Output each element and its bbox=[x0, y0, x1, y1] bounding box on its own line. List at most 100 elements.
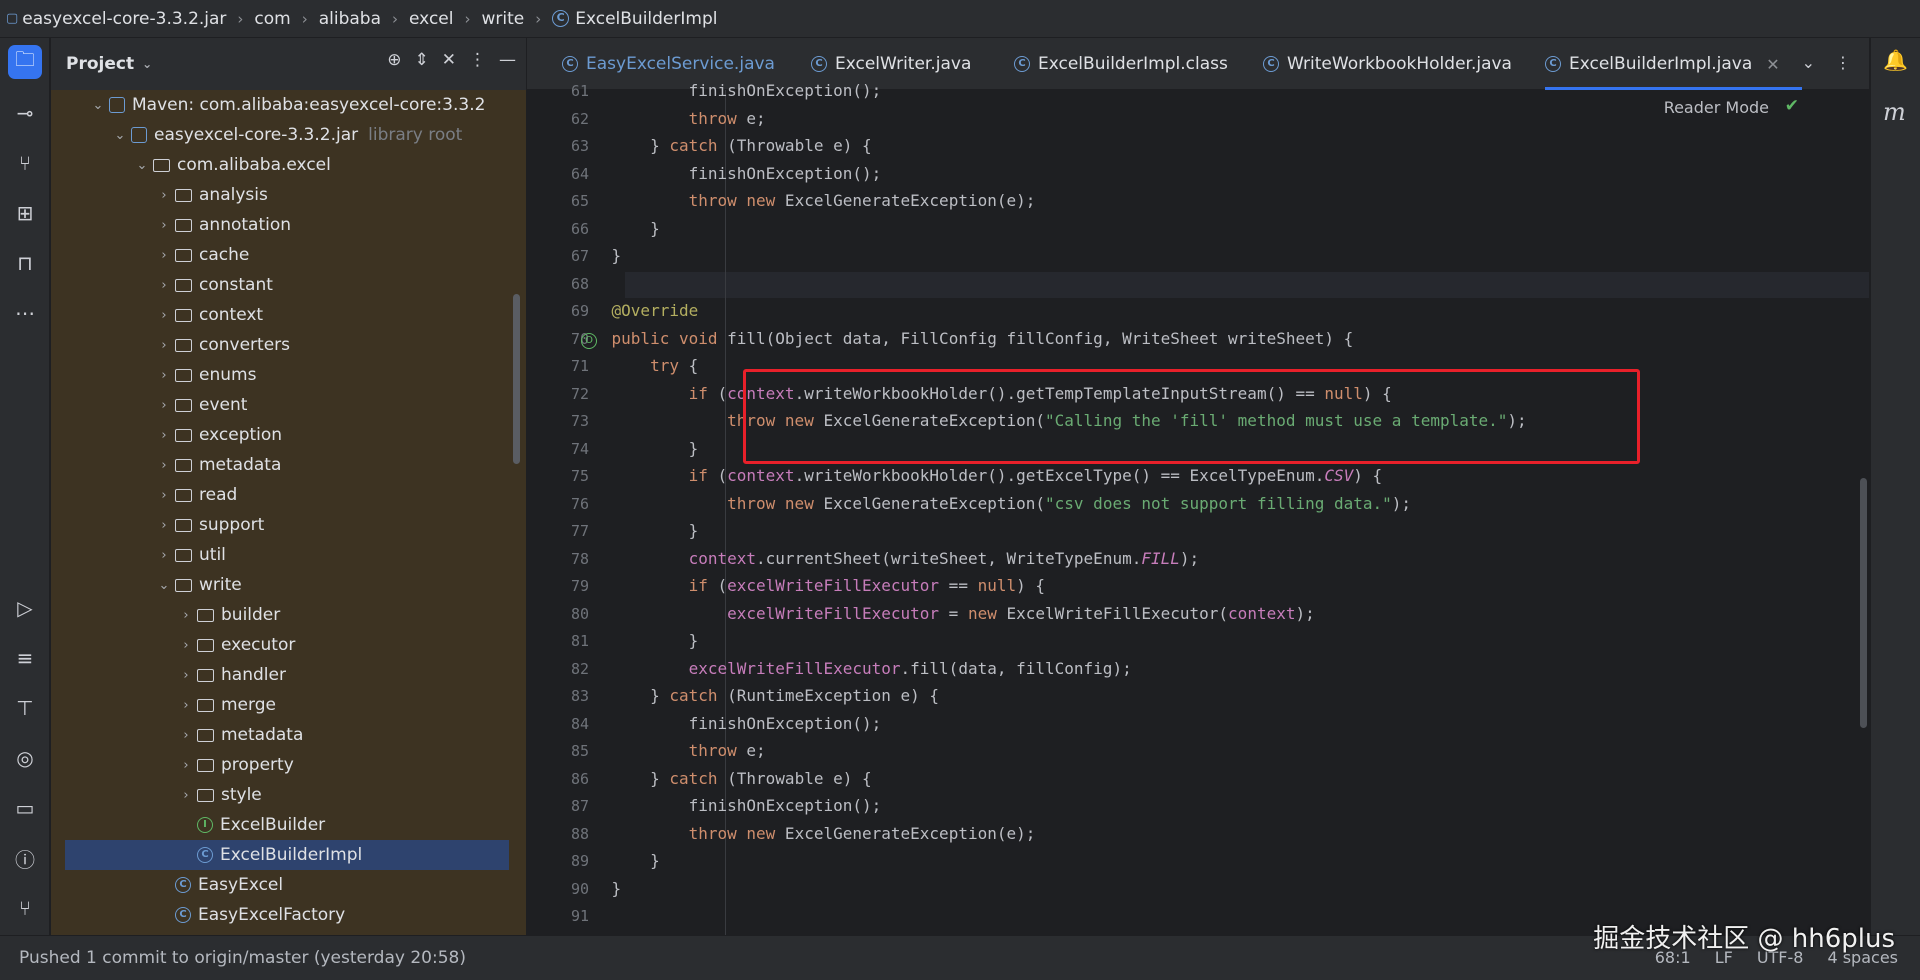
code-line[interactable]: } catch (Throwable e) { bbox=[573, 133, 872, 159]
breadcrumb-item[interactable]: easyexcel-core-3.3.2.jar bbox=[22, 9, 226, 29]
chevron-down-icon[interactable]: ⌄ bbox=[153, 578, 175, 593]
code-line[interactable]: try { bbox=[573, 353, 698, 379]
code-line[interactable]: finishOnException(); bbox=[573, 78, 882, 104]
tree-item-property[interactable]: › property bbox=[175, 750, 293, 780]
tree-item-metadata[interactable]: › metadata bbox=[153, 450, 281, 480]
tree-item-handler[interactable]: › handler bbox=[175, 660, 286, 690]
breadcrumb-item[interactable]: write bbox=[481, 9, 524, 29]
chevron-down-icon[interactable]: ⌄ bbox=[87, 98, 109, 113]
tree-item-builder[interactable]: › builder bbox=[175, 600, 280, 630]
chevron-right-icon[interactable]: › bbox=[153, 368, 175, 383]
chevron-right-icon[interactable]: › bbox=[175, 758, 197, 773]
chevron-right-icon[interactable]: › bbox=[153, 518, 175, 533]
code-line[interactable]: context.currentSheet(writeSheet, WriteTy… bbox=[573, 546, 1200, 572]
chevron-right-icon[interactable]: › bbox=[153, 398, 175, 413]
tree-item-easyexcel-core-3-3-2-jar[interactable]: ⌄ easyexcel-core-3.3.2.jar library root bbox=[109, 120, 463, 150]
todo-icon[interactable]: ≡ bbox=[8, 641, 42, 675]
tree-item-metadata[interactable]: › metadata bbox=[175, 720, 303, 750]
code-line[interactable]: if (excelWriteFillExecutor == null) { bbox=[573, 573, 1045, 599]
chevron-right-icon[interactable]: › bbox=[153, 488, 175, 503]
chevron-right-icon[interactable]: › bbox=[153, 218, 175, 233]
tree-item-exception[interactable]: › exception bbox=[153, 420, 282, 450]
code-line[interactable]: throw new ExcelGenerateException("csv do… bbox=[573, 491, 1411, 517]
status-message[interactable]: Pushed 1 commit to origin/master (yester… bbox=[19, 948, 466, 968]
code-line[interactable]: } bbox=[573, 216, 660, 242]
chevron-right-icon[interactable]: › bbox=[153, 338, 175, 353]
tree-item-support[interactable]: › support bbox=[153, 510, 264, 540]
chevron-right-icon[interactable]: › bbox=[175, 698, 197, 713]
structure-icon[interactable]: ⊞ bbox=[8, 196, 42, 230]
chevron-down-icon[interactable]: ⌄ bbox=[1802, 53, 1815, 72]
options-icon[interactable]: ⋮ bbox=[469, 50, 486, 70]
code-line[interactable]: excelWriteFillExecutor.fill(data, fillCo… bbox=[573, 656, 1132, 682]
chevron-down-icon[interactable]: ⌄ bbox=[131, 158, 153, 173]
chevron-right-icon[interactable]: › bbox=[153, 428, 175, 443]
code-line[interactable]: } bbox=[573, 628, 699, 654]
code-line[interactable]: } bbox=[573, 243, 622, 269]
project-folder-icon[interactable]: 🗀 bbox=[8, 45, 42, 79]
close-icon[interactable]: ✕ bbox=[1766, 55, 1779, 74]
override-method-icon[interactable]: O bbox=[581, 333, 597, 349]
chevron-right-icon[interactable]: › bbox=[153, 548, 175, 563]
code-line[interactable]: if (context.writeWorkbookHolder().getExc… bbox=[573, 463, 1383, 489]
chevron-right-icon[interactable]: › bbox=[153, 278, 175, 293]
tree-item-constant[interactable]: › constant bbox=[153, 270, 273, 300]
terminal-icon[interactable]: ▭ bbox=[8, 791, 42, 825]
tree-item-event[interactable]: › event bbox=[153, 390, 247, 420]
tree-item-style[interactable]: › style bbox=[175, 780, 261, 810]
run-icon[interactable]: ▷ bbox=[8, 591, 42, 625]
expand-all-icon[interactable]: ⇕ bbox=[415, 50, 429, 70]
chevron-right-icon[interactable]: › bbox=[175, 728, 197, 743]
options-icon[interactable]: ⋮ bbox=[1835, 53, 1851, 72]
chevron-right-icon[interactable]: › bbox=[175, 608, 197, 623]
code-area[interactable]: finishOnException(); throw e; } catch (T… bbox=[612, 81, 1869, 935]
code-line[interactable]: finishOnException(); bbox=[573, 161, 882, 187]
code-line[interactable]: throw e; bbox=[573, 738, 766, 764]
breadcrumb-item[interactable]: alibaba bbox=[319, 9, 381, 29]
breadcrumb-item[interactable]: excel bbox=[409, 9, 453, 29]
notifications-bell-icon[interactable]: 🔔 bbox=[1883, 48, 1908, 72]
commit-icon[interactable]: ⊸ bbox=[8, 96, 42, 130]
chevron-down-icon[interactable]: ⌄ bbox=[142, 57, 152, 71]
chevron-down-icon[interactable]: ⌄ bbox=[109, 128, 131, 143]
code-line[interactable]: throw e; bbox=[573, 106, 766, 132]
bookmark-icon[interactable]: ⊓ bbox=[8, 246, 42, 280]
problems-icon[interactable]: ⓘ bbox=[8, 841, 42, 875]
services-icon[interactable]: ◎ bbox=[8, 741, 42, 775]
tree-item-util[interactable]: › util bbox=[153, 540, 226, 570]
maven-icon[interactable]: m bbox=[1883, 98, 1906, 126]
code-line[interactable]: excelWriteFillExecutor = new ExcelWriteF… bbox=[573, 601, 1315, 627]
breadcrumb-item[interactable]: com bbox=[254, 9, 290, 29]
chevron-right-icon[interactable]: › bbox=[153, 188, 175, 203]
chevron-right-icon[interactable]: › bbox=[175, 788, 197, 803]
code-line[interactable]: finishOnException(); bbox=[573, 793, 882, 819]
editor-scrollbar[interactable] bbox=[1860, 478, 1867, 728]
tree-item-annotation[interactable]: › annotation bbox=[153, 210, 291, 240]
locate-icon[interactable]: ⊕ bbox=[387, 50, 401, 70]
tree-item-context[interactable]: › context bbox=[153, 300, 263, 330]
breadcrumb-item[interactable]: ExcelBuilderImpl bbox=[575, 9, 717, 29]
chevron-right-icon[interactable]: › bbox=[153, 308, 175, 323]
tree-item-excelbuilder[interactable]: I ExcelBuilder bbox=[175, 810, 325, 840]
tree-item-converters[interactable]: › converters bbox=[153, 330, 290, 360]
code-line[interactable]: } bbox=[573, 848, 660, 874]
tree-item-write[interactable]: ⌄ write bbox=[153, 570, 242, 600]
code-line[interactable]: throw new ExcelGenerateException(e); bbox=[573, 821, 1036, 847]
chevron-right-icon[interactable]: › bbox=[175, 668, 197, 683]
code-line[interactable]: } bbox=[573, 436, 699, 462]
tree-item-excelbuilderimpl[interactable]: C ExcelBuilderImpl bbox=[65, 840, 509, 870]
minimize-icon[interactable]: — bbox=[499, 50, 516, 70]
tree-item-executor[interactable]: › executor bbox=[175, 630, 295, 660]
tab-excel-builder-impl-class[interactable]: C ExcelBuilderImpl.class bbox=[1014, 38, 1228, 90]
git-icon[interactable]: ⑂ bbox=[8, 891, 42, 925]
tree-item-cache[interactable]: › cache bbox=[153, 240, 249, 270]
code-line[interactable]: finishOnException(); bbox=[573, 711, 882, 737]
code-line[interactable]: } bbox=[573, 876, 622, 902]
more-icon[interactable]: ⋯ bbox=[8, 296, 42, 330]
code-line[interactable]: throw new ExcelGenerateException(e); bbox=[573, 188, 1036, 214]
tree-item-read[interactable]: › read bbox=[153, 480, 237, 510]
reader-mode-button[interactable]: Reader Mode bbox=[1664, 98, 1769, 117]
build-hammer-icon[interactable]: ⊤ bbox=[8, 691, 42, 725]
tree-item-analysis[interactable]: › analysis bbox=[153, 180, 267, 210]
code-line[interactable]: } bbox=[573, 518, 699, 544]
